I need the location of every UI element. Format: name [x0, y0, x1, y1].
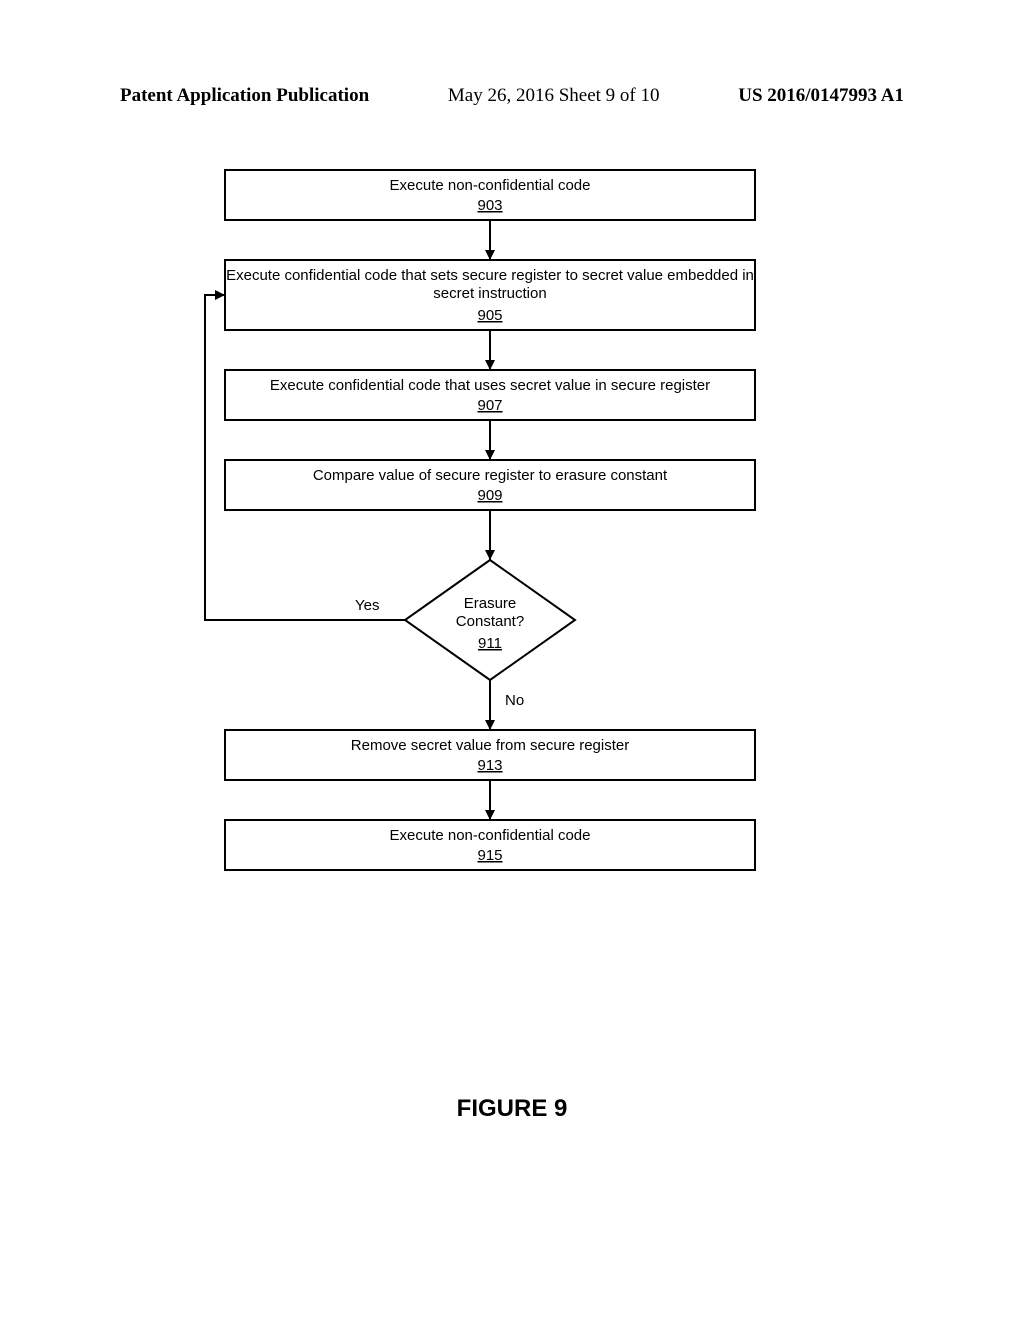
node-915-ref: 915 [477, 847, 502, 864]
page-header: Patent Application Publication May 26, 2… [0, 85, 1024, 107]
node-911-ref: 911 [478, 635, 502, 652]
flowchart-svg: Execute non-confidential code 903 Execut… [0, 140, 1024, 1080]
node-909-ref: 909 [477, 487, 502, 504]
edge-911-905-yes [205, 295, 405, 620]
node-907-label: Execute confidential code that uses secr… [270, 377, 710, 394]
node-905-label-1: Execute confidential code that sets secu… [226, 267, 754, 284]
node-915-label: Execute non-confidential code [390, 827, 591, 844]
edge-yes-label: Yes [355, 597, 379, 614]
header-right: US 2016/0147993 A1 [738, 85, 904, 107]
node-913-label: Remove secret value from secure register [351, 737, 629, 754]
edge-no-label: No [505, 692, 524, 709]
header-mid: May 26, 2016 Sheet 9 of 10 [448, 85, 660, 107]
node-905-label-2: secret instruction [433, 285, 546, 302]
node-905: Execute confidential code that sets secu… [225, 260, 755, 330]
figure-caption: FIGURE 9 [0, 1095, 1024, 1123]
node-911: Erasure Constant? 911 [405, 560, 575, 680]
node-911-label-2: Constant? [456, 613, 524, 630]
node-907-ref: 907 [477, 397, 502, 414]
node-903-label: Execute non-confidential code [390, 177, 591, 194]
node-903-ref: 903 [477, 197, 502, 214]
node-903: Execute non-confidential code 903 [225, 170, 755, 220]
node-911-label-1: Erasure [464, 595, 517, 612]
node-907: Execute confidential code that uses secr… [225, 370, 755, 420]
node-913-ref: 913 [477, 757, 502, 774]
node-905-ref: 905 [477, 307, 502, 324]
node-913: Remove secret value from secure register… [225, 730, 755, 780]
node-915: Execute non-confidential code 915 [225, 820, 755, 870]
node-909-label: Compare value of secure register to eras… [313, 467, 668, 484]
flowchart-container: Execute non-confidential code 903 Execut… [0, 140, 1024, 1085]
header-left: Patent Application Publication [120, 85, 369, 107]
node-909: Compare value of secure register to eras… [225, 460, 755, 510]
